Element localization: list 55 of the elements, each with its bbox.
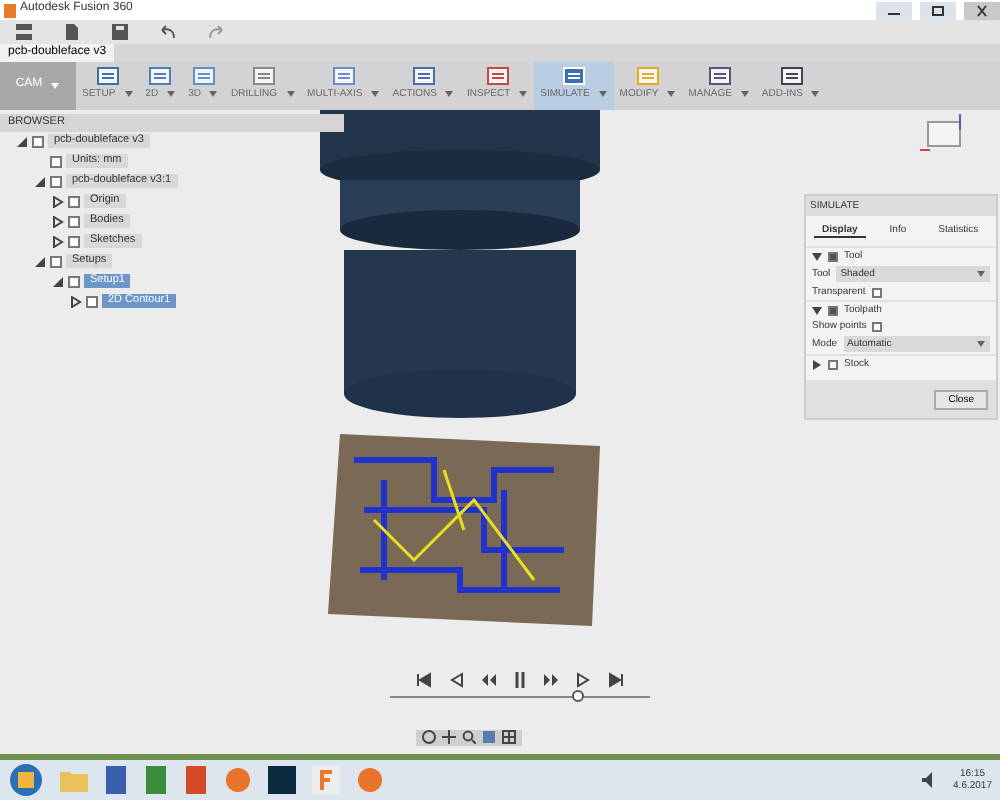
step-back-icon[interactable] (448, 672, 464, 688)
spreadsheet-icon[interactable] (144, 766, 168, 794)
jump-start-icon[interactable] (416, 672, 432, 688)
caret-icon (285, 90, 296, 98)
cad-app-icon[interactable] (312, 766, 340, 794)
grid-icon[interactable] (502, 730, 516, 744)
collapse-arrow-icon[interactable] (34, 175, 46, 188)
file-icon[interactable] (64, 24, 80, 40)
checkbox[interactable] (828, 359, 838, 369)
collapse-arrow-icon[interactable] (34, 255, 46, 268)
expand-arrow-icon[interactable] (52, 195, 64, 208)
section-arrow-icon[interactable] (812, 251, 822, 261)
jump-end-icon[interactable] (608, 672, 624, 688)
section-arrow-icon[interactable] (812, 305, 822, 315)
slider-thumb[interactable] (571, 690, 584, 702)
close-button[interactable] (964, 1, 1000, 19)
expand-arrow-icon[interactable] (52, 235, 64, 248)
undo-icon[interactable] (160, 24, 176, 40)
caret-icon (166, 90, 177, 98)
checkbox[interactable] (871, 287, 882, 297)
checkbox[interactable] (828, 305, 838, 315)
step-forward-icon[interactable] (576, 672, 592, 688)
checkbox[interactable] (872, 321, 883, 331)
caret-icon (976, 340, 986, 348)
pan-icon[interactable] (442, 730, 456, 744)
grid-menu-icon[interactable] (16, 24, 32, 40)
expand-arrow-icon[interactable] (52, 215, 64, 228)
rewind-icon[interactable] (480, 672, 496, 688)
caret-icon (739, 90, 750, 98)
collapse-arrow-icon[interactable] (52, 275, 64, 288)
caret-icon (50, 82, 61, 90)
caret-icon (370, 90, 381, 98)
caret-icon (208, 90, 219, 98)
pause-icon[interactable] (512, 672, 528, 688)
document-icon[interactable] (104, 766, 128, 794)
caret-icon (597, 90, 608, 98)
collapse-arrow-icon[interactable] (16, 135, 28, 148)
caret-icon (444, 90, 455, 98)
checkbox[interactable] (828, 251, 838, 261)
orbit-icon[interactable] (422, 730, 436, 744)
caret-icon (810, 90, 821, 98)
caret-icon (666, 90, 677, 98)
presentation-icon[interactable] (184, 766, 208, 794)
start-button[interactable] (8, 762, 44, 798)
save-icon[interactable] (112, 24, 128, 40)
display-settings-icon[interactable] (482, 730, 496, 744)
app-logo-icon (4, 3, 16, 17)
section-arrow-icon[interactable] (812, 359, 822, 369)
zoom-icon[interactable] (462, 730, 476, 744)
expand-arrow-icon[interactable] (70, 295, 82, 308)
caret-icon (976, 270, 986, 278)
volume-icon[interactable] (921, 772, 938, 788)
caret-icon (518, 90, 529, 98)
caret-icon (123, 90, 134, 98)
fast-forward-icon[interactable] (544, 672, 560, 688)
